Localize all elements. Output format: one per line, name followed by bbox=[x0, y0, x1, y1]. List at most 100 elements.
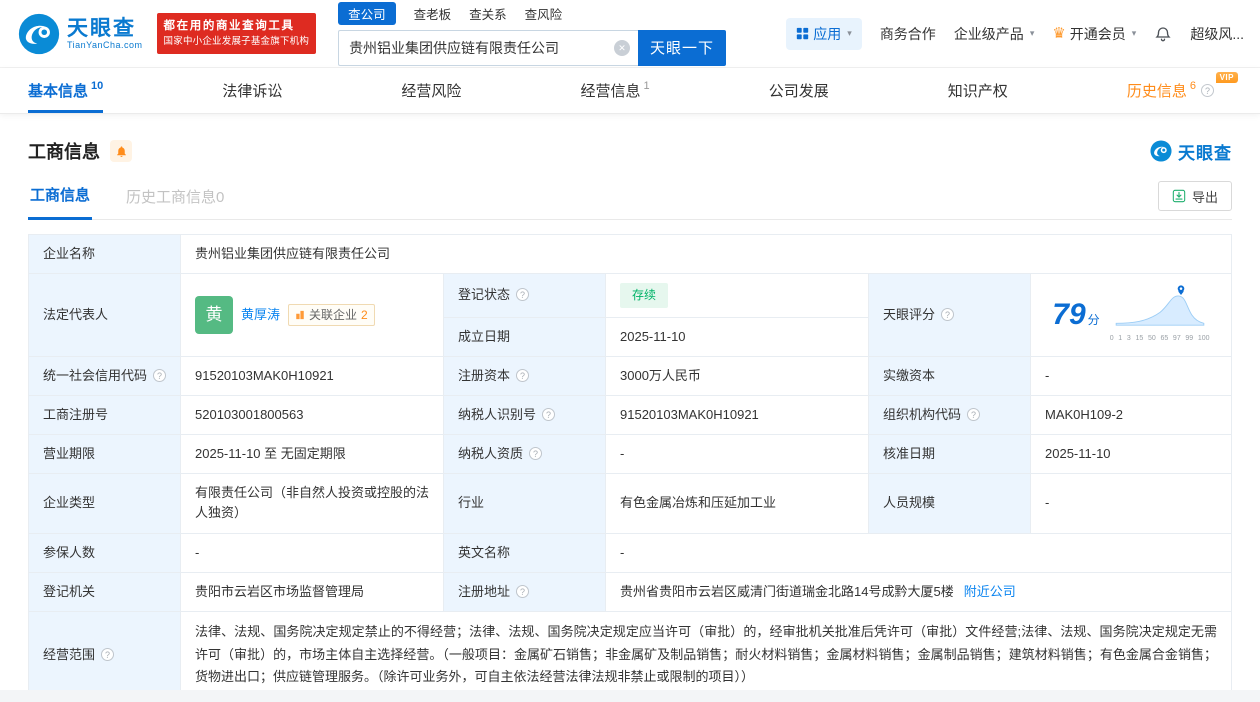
address-text: 贵州省贵阳市云岩区威清门街道瑞金北路14号成黔大厦5楼 bbox=[620, 583, 954, 599]
tianyancha-logo[interactable]: 天眼查 TianYanCha.com bbox=[18, 13, 143, 55]
establish-date-label: 成立日期 bbox=[443, 316, 606, 357]
slogan-line-2: 国家中小企业发展子基金旗下机构 bbox=[163, 35, 310, 47]
field-label-text: 行业 bbox=[458, 495, 485, 511]
tab-label: 经营风险 bbox=[401, 83, 462, 100]
help-icon[interactable]: ? bbox=[516, 288, 530, 302]
approval-date-label: 核准日期 bbox=[868, 434, 1031, 475]
help-icon[interactable]: ? bbox=[529, 447, 543, 461]
taxpayer-id-label: 纳税人识别号? bbox=[443, 395, 606, 436]
field-label-text: 纳税人资质 bbox=[458, 446, 524, 462]
tab-basic-info[interactable]: 基本信息 10 bbox=[28, 68, 104, 113]
industry-label: 行业 bbox=[443, 473, 606, 534]
subtabs-row: 工商信息 历史工商信息0 导出 bbox=[28, 180, 1232, 220]
export-icon bbox=[1172, 189, 1186, 203]
reg-number-label: 工商注册号 bbox=[28, 395, 181, 436]
paid-capital-label: 实缴资本 bbox=[868, 355, 1031, 397]
help-icon[interactable]: ? bbox=[941, 307, 955, 321]
tab-legal-litigation[interactable]: 法律诉讼 bbox=[222, 68, 282, 113]
paid-capital-value: - bbox=[1030, 355, 1232, 397]
help-icon[interactable]: ? bbox=[542, 408, 556, 422]
menu-open-vip[interactable]: ♛ 开通会员 ▾ bbox=[1052, 24, 1136, 44]
menu-enterprise-products[interactable]: 企业级产品 ▾ bbox=[954, 24, 1035, 44]
search-tabs: 查公司 查老板 查关系 查风险 bbox=[338, 1, 726, 25]
clear-search-icon[interactable]: ✕ bbox=[614, 39, 631, 56]
export-button[interactable]: 导出 bbox=[1157, 181, 1232, 211]
field-label-text: 组织机构代码 bbox=[883, 407, 962, 423]
table-row: 法定代表人 黄 黄厚涛 关联企业 2 登记状态? 存续 天眼评分? 79 分 0… bbox=[28, 273, 1232, 357]
notification-bell-icon[interactable] bbox=[1154, 25, 1172, 43]
nearby-companies-link[interactable]: 附近公司 bbox=[964, 584, 1016, 599]
tianyancha-logo-icon bbox=[1150, 140, 1172, 162]
field-label-text: 企业类型 bbox=[43, 495, 96, 511]
help-icon[interactable]: ? bbox=[516, 368, 530, 382]
industry-value: 有色金属冶炼和压延加工业 bbox=[605, 473, 869, 534]
tab-intellectual-property[interactable]: 知识产权 bbox=[948, 68, 1008, 113]
help-icon[interactable]: ? bbox=[101, 647, 115, 661]
tianyan-score[interactable]: 79 分 0 1 3 15 50 65 97 99 100 bbox=[1037, 285, 1225, 345]
tab-count: 1 bbox=[643, 79, 650, 92]
legal-rep-value: 黄 黄厚涛 关联企业 2 bbox=[180, 273, 444, 357]
search-button[interactable]: 天眼一下 bbox=[638, 29, 727, 66]
score-distribution-chart bbox=[1115, 285, 1204, 326]
approval-date-value: 2025-11-10 bbox=[1030, 434, 1232, 475]
field-label-text: 统一社会信用代码 bbox=[43, 367, 148, 383]
table-row: 参保人数 - 英文名称 - bbox=[28, 532, 1232, 573]
tab-company-development[interactable]: 公司发展 bbox=[769, 68, 829, 113]
user-menu[interactable]: 超级风... bbox=[1190, 24, 1244, 44]
tab-count: 6 bbox=[1189, 79, 1196, 92]
subtab-history-business-info[interactable]: 历史工商信息0 bbox=[124, 182, 226, 219]
products-label: 企业级产品 bbox=[953, 25, 1024, 42]
subtab-business-info[interactable]: 工商信息 bbox=[28, 180, 93, 220]
staff-size-value: - bbox=[1030, 473, 1232, 534]
field-label-text: 企业名称 bbox=[43, 246, 96, 261]
related-companies-badge[interactable]: 关联企业 2 bbox=[288, 303, 375, 327]
search-block: 查公司 查老板 查关系 查风险 ✕ 天眼一下 bbox=[338, 1, 727, 66]
tab-label: 经营信息 bbox=[580, 83, 641, 100]
crown-icon: ♛ bbox=[1052, 25, 1066, 42]
company-name-value: 贵州铝业集团供应链有限责任公司 bbox=[180, 233, 1232, 275]
company-type-label: 企业类型 bbox=[28, 473, 181, 534]
tab-operation-info[interactable]: 经营信息 1 bbox=[580, 68, 649, 113]
tab-label: 公司发展 bbox=[768, 83, 829, 100]
legal-rep-avatar[interactable]: 黄 bbox=[195, 296, 233, 334]
menu-business-cooperation[interactable]: 商务合作 bbox=[880, 24, 936, 44]
org-code-label: 组织机构代码? bbox=[868, 395, 1031, 436]
slogan-line-1: 都在用的商业查询工具 bbox=[163, 20, 295, 33]
score-unit: 分 bbox=[1087, 312, 1100, 327]
field-label-text: 法定代表人 bbox=[43, 306, 109, 322]
chevron-down-icon: ▾ bbox=[1131, 28, 1137, 38]
english-name-value: - bbox=[605, 532, 1232, 573]
apps-menu[interactable]: 应用 ▾ bbox=[786, 17, 862, 50]
search-tab-boss[interactable]: 查老板 bbox=[414, 2, 452, 25]
open-vip-label: 开通会员 bbox=[1069, 25, 1126, 42]
legal-rep-name-link[interactable]: 黄厚涛 bbox=[241, 305, 280, 325]
legal-rep-label: 法定代表人 bbox=[28, 273, 181, 357]
business-info-table: 企业名称 贵州铝业集团供应链有限责任公司 法定代表人 黄 黄厚涛 关联企业 2 … bbox=[28, 233, 1232, 700]
info-icon[interactable]: ? bbox=[1200, 84, 1214, 97]
help-icon[interactable]: ? bbox=[153, 368, 167, 382]
top-header: 天眼查 TianYanCha.com 都在用的商业查询工具 国家中小企业发展子基… bbox=[0, 0, 1260, 68]
tab-label: 知识产权 bbox=[947, 83, 1008, 100]
help-icon[interactable]: ? bbox=[516, 584, 530, 598]
table-row: 工商注册号 520103001800563 纳税人识别号? 91520103MA… bbox=[28, 395, 1232, 436]
logo-title: 天眼查 bbox=[67, 16, 136, 40]
brand-slogan-badge: 都在用的商业查询工具 国家中小企业发展子基金旗下机构 bbox=[156, 13, 317, 54]
score-axis-ticks: 0 1 3 15 50 65 97 99 100 bbox=[1109, 335, 1210, 343]
field-label-text: 经营范围 bbox=[43, 646, 96, 662]
tab-history-info[interactable]: 历史信息 6 ? VIP bbox=[1127, 68, 1238, 113]
search-input[interactable] bbox=[339, 30, 639, 65]
tab-operation-risk[interactable]: 经营风险 bbox=[401, 68, 461, 113]
page: { "colors": { "primary_blue": "#0b6dd3",… bbox=[0, 0, 1260, 702]
field-label-text: 工商注册号 bbox=[43, 407, 109, 423]
business-term-label: 营业期限 bbox=[28, 434, 181, 475]
insured-count-label: 参保人数 bbox=[28, 532, 181, 573]
search-tab-company[interactable]: 查公司 bbox=[338, 1, 396, 25]
search-tab-risk[interactable]: 查风险 bbox=[525, 2, 563, 25]
org-code-value: MAK0H109-2 bbox=[1030, 395, 1232, 436]
help-icon[interactable]: ? bbox=[967, 408, 981, 422]
monitor-bell-icon[interactable] bbox=[110, 140, 132, 162]
building-icon bbox=[296, 310, 304, 320]
search-tab-relation[interactable]: 查关系 bbox=[469, 2, 507, 25]
related-count: 2 bbox=[361, 307, 368, 322]
score-value: 79 分 0 1 3 15 50 65 97 99 100 bbox=[1030, 273, 1232, 357]
